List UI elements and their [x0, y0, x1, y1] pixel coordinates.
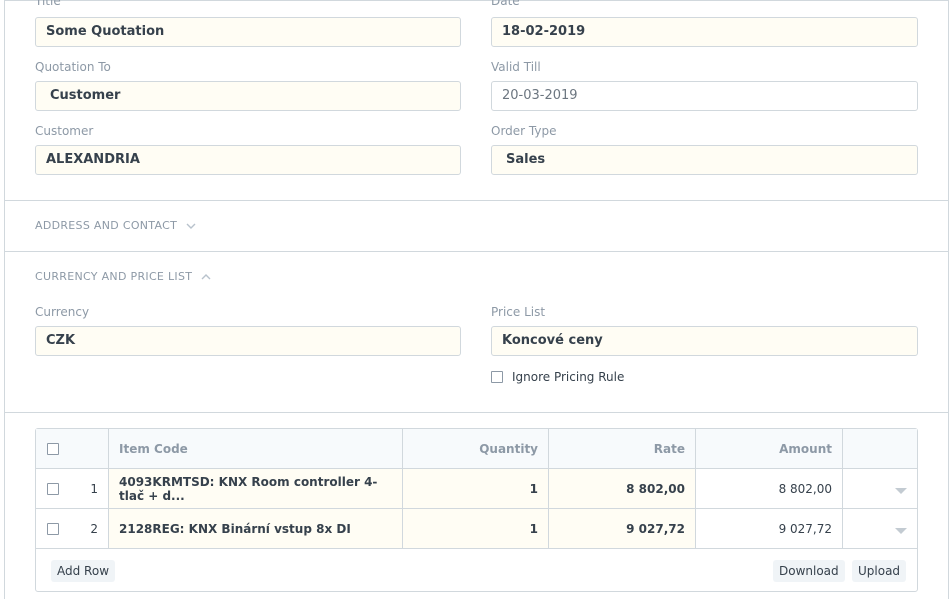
row-checkbox[interactable] [46, 482, 59, 495]
quotation-to-select[interactable]: Customer [35, 81, 461, 111]
amount-cell: 8 802,00 [696, 469, 843, 508]
title-label: Title [35, 0, 61, 8]
date-label: Date [491, 0, 520, 8]
currency-price-list-section-header[interactable]: CURRENCY AND PRICE LIST [35, 270, 212, 283]
add-row-button[interactable]: Add Row [51, 560, 116, 582]
table-row[interactable]: 1 4093KRMTSD: KNX Room controller 4-tlač… [36, 469, 917, 509]
order-type-label: Order Type [491, 124, 557, 138]
caret-down-icon[interactable] [895, 487, 907, 494]
amount-cell: 9 027,72 [696, 509, 843, 548]
row-index: 1 [69, 469, 109, 508]
customer-field[interactable]: ALEXANDRIA [35, 145, 461, 175]
table-header: Item Code Quantity Rate Amount [36, 429, 917, 469]
title-field[interactable]: Some Quotation [35, 17, 461, 47]
currency-label: Currency [35, 305, 90, 319]
valid-till-label: Valid Till [491, 60, 541, 74]
row-index: 2 [69, 509, 109, 548]
chevron-up-icon [200, 271, 212, 283]
index-header [69, 429, 109, 468]
table-row[interactable]: 2 2128REG: KNX Binární vstup 8x DI 1 9 0… [36, 509, 917, 549]
actions-header [843, 429, 917, 468]
ignore-pricing-rule-checkbox[interactable] [491, 371, 503, 383]
price-list-label: Price List [491, 305, 546, 319]
valid-till-field[interactable]: 20-03-2019 [491, 81, 918, 111]
table-footer: Add Row Download Upload [36, 549, 917, 591]
rate-header: Rate [549, 429, 696, 468]
row-select-cell [36, 509, 69, 548]
ignore-pricing-rule-label: Ignore Pricing Rule [512, 370, 625, 384]
address-contact-section-header[interactable]: ADDRESS AND CONTACT [35, 219, 197, 232]
caret-down-icon[interactable] [895, 527, 907, 534]
row-checkbox[interactable] [46, 522, 59, 535]
row-select-cell [36, 469, 69, 508]
item-code-cell[interactable]: 2128REG: KNX Binární vstup 8x DI [109, 509, 403, 548]
select-all-checkbox[interactable] [46, 442, 59, 455]
rate-cell[interactable]: 8 802,00 [549, 469, 696, 508]
rate-cell[interactable]: 9 027,72 [549, 509, 696, 548]
quantity-header: Quantity [403, 429, 549, 468]
download-button[interactable]: Download [773, 560, 845, 582]
currency-price-list-section-title: CURRENCY AND PRICE LIST [35, 270, 193, 283]
row-actions-cell[interactable] [843, 509, 917, 548]
item-code-header: Item Code [109, 429, 403, 468]
section-divider [5, 251, 948, 252]
date-field[interactable]: 18-02-2019 [491, 17, 918, 47]
items-table: Item Code Quantity Rate Amount 1 4093KRM… [35, 428, 918, 592]
ignore-pricing-rule-row[interactable]: Ignore Pricing Rule [491, 370, 624, 384]
address-contact-section-title: ADDRESS AND CONTACT [35, 219, 178, 232]
amount-header: Amount [696, 429, 843, 468]
order-type-select[interactable]: Sales [491, 145, 918, 175]
chevron-down-icon [185, 220, 197, 232]
price-list-field[interactable]: Koncové ceny [491, 326, 918, 356]
row-actions-cell[interactable] [843, 469, 917, 508]
quantity-cell[interactable]: 1 [403, 469, 549, 508]
currency-field[interactable]: CZK [35, 326, 461, 356]
select-all-cell [36, 429, 69, 468]
item-code-cell[interactable]: 4093KRMTSD: KNX Room controller 4-tlač +… [109, 469, 403, 508]
quantity-cell[interactable]: 1 [403, 509, 549, 548]
section-divider [5, 200, 948, 201]
quotation-to-label: Quotation To [35, 60, 111, 74]
section-divider [5, 412, 948, 413]
upload-button[interactable]: Upload [852, 560, 907, 582]
customer-label: Customer [35, 124, 94, 138]
